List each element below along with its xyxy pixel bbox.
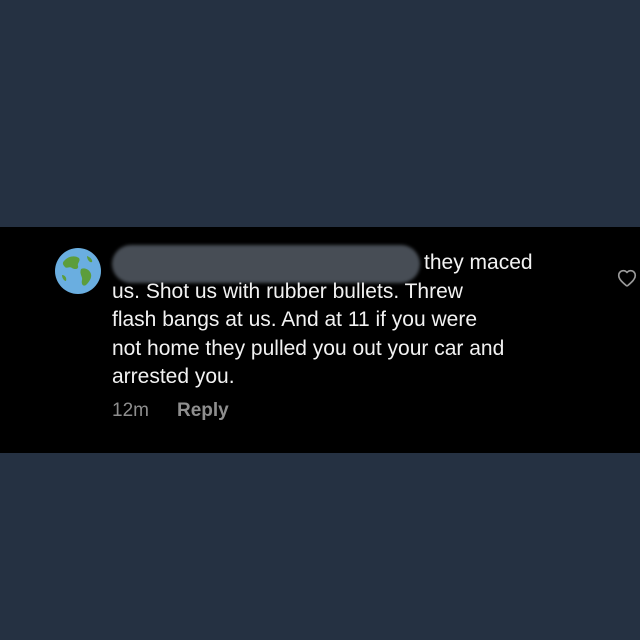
comment-text-line: not home they pulled you out your car an… — [112, 336, 505, 360]
reply-button[interactable]: Reply — [177, 400, 229, 422]
comment-text-line: flash bangs at us. And at 11 if you were — [112, 308, 478, 331]
heart-outline-icon — [617, 269, 637, 287]
comment-text: they maced us. Shot us with rubber bulle… — [112, 249, 592, 392]
screenshot-stage: they maced us. Shot us with rubber bulle… — [0, 0, 640, 640]
comment-text-line: arrested you. — [112, 365, 235, 388]
like-button[interactable] — [616, 267, 638, 289]
comment-timestamp: 12m — [112, 400, 149, 421]
comment-panel: they maced us. Shot us with rubber bulle… — [0, 227, 640, 453]
globe-earth-icon — [55, 248, 101, 294]
comment-text-line: us. Shot us with rubber bullets. Threw — [112, 279, 463, 303]
comment-text-line: they maced — [424, 251, 533, 274]
comment-meta: 12m Reply — [112, 400, 229, 422]
avatar[interactable] — [54, 247, 102, 295]
